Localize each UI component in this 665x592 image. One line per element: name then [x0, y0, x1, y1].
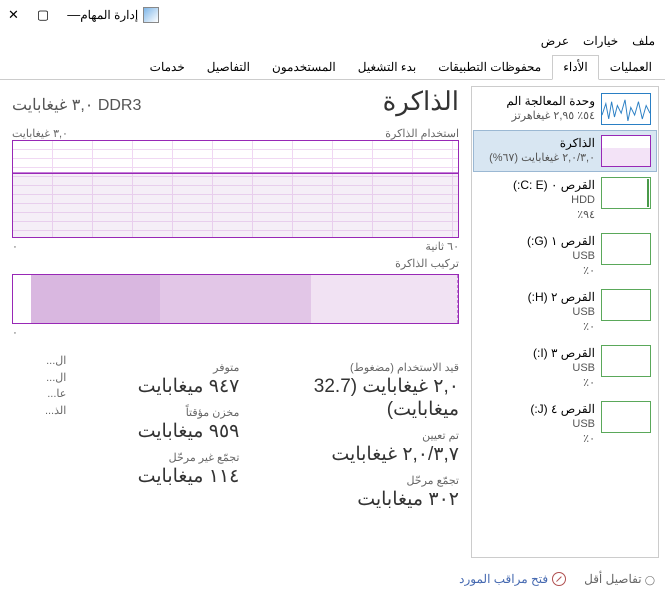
memory-detail-panel: الذاكرة ٣,٠ غيغابايت DDR3 استخدام الذاكر…	[6, 86, 465, 558]
committed-value: ٢,٠/٣,٧ غيغابايت	[257, 443, 459, 466]
sidebar-item-disk0[interactable]: القرص ٠ (C: E:) HDD ٩٤٪	[473, 172, 657, 228]
disk4-sub1: USB	[530, 417, 595, 432]
disk-thumb-icon	[601, 177, 651, 209]
open-resource-monitor-link[interactable]: فتح مراقب المورد	[459, 572, 566, 586]
disk0-sub2: ٩٤٪	[513, 208, 595, 223]
paged-value: ٣٠٢ ميغابايت	[257, 488, 459, 511]
disk1-sub1: USB	[527, 249, 595, 264]
disk1-sub2: ٠٪	[527, 264, 595, 279]
disk-thumb-icon	[601, 289, 651, 321]
performance-sidebar: وحدة المعالجة الم ٥٤٪ ٢,٩٥ غيغاهرتز الذا…	[471, 86, 659, 558]
sidebar-item-disk1[interactable]: القرص ١ (G:) USB ٠٪	[473, 228, 657, 284]
tab-startup[interactable]: بدء التشغيل	[347, 55, 427, 80]
hw-list: ال... ال... عا... الذ...	[12, 353, 66, 511]
available-value: ٩٤٧ ميغابايت	[84, 375, 239, 398]
disk1-title: القرص ١ (G:)	[527, 233, 595, 249]
hw4: الذ...	[12, 403, 66, 420]
tab-services[interactable]: خدمات	[139, 55, 196, 80]
in-use-label: قيد الاستخدام (مضغوط)	[257, 361, 459, 374]
memory-title: الذاكرة	[489, 135, 595, 151]
disk3-sub2: ٠٪	[533, 376, 595, 391]
disk3-title: القرص ٣ (I:)	[533, 345, 595, 361]
cpu-thumb-icon	[601, 93, 651, 125]
tab-users[interactable]: المستخدمون	[261, 55, 347, 80]
sidebar-item-memory[interactable]: الذاكرة ٢,٠/٣,٠ غيغابايت (٦٧%)	[473, 130, 657, 172]
chart-x-start: ٦٠ ثانية	[425, 240, 459, 253]
disk4-title: القرص ٤ (J:)	[530, 401, 595, 417]
tab-processes[interactable]: العمليات	[599, 55, 663, 80]
memory-capacity: ٣,٠ غيغابايت DDR3	[12, 95, 141, 115]
menu-file[interactable]: ملف	[632, 34, 655, 48]
sidebar-item-disk2[interactable]: القرص ٢ (H:) USB ٠٪	[473, 284, 657, 340]
chart-y-max: ٣,٠ غيغابايت	[12, 127, 68, 140]
menu-view[interactable]: عرض	[541, 34, 569, 48]
hw2: ال...	[12, 370, 66, 387]
sidebar-item-disk4[interactable]: القرص ٤ (J:) USB ٠٪	[473, 396, 657, 452]
disk3-sub1: USB	[533, 361, 595, 376]
disk4-sub2: ٠٪	[530, 432, 595, 447]
tab-details[interactable]: التفاصيل	[196, 55, 261, 80]
tab-bar: العمليات الأداء محفوظات التطبيقات بدء ال…	[0, 54, 665, 80]
paged-label: تجمّع مرحّل	[257, 474, 459, 487]
fewer-details-link[interactable]: ◯ تفاصيل أقل	[584, 572, 655, 586]
minimize-icon[interactable]: —	[67, 7, 80, 23]
chart-y-min: ٠	[12, 326, 18, 339]
available-label: متوفر	[84, 361, 239, 374]
disk-thumb-icon	[601, 345, 651, 377]
disk2-sub2: ٠٪	[528, 320, 595, 335]
hw1: ال...	[12, 353, 66, 370]
footer-bar: ◯ تفاصيل أقل فتح مراقب المورد	[10, 572, 655, 586]
memory-heading: الذاكرة	[383, 86, 459, 117]
sidebar-item-disk3[interactable]: القرص ٣ (I:) USB ٠٪	[473, 340, 657, 396]
disk-thumb-icon	[601, 401, 651, 433]
hw3: عا...	[12, 386, 66, 403]
menu-options[interactable]: خيارات	[583, 34, 618, 48]
disk0-sub1: HDD	[513, 193, 595, 208]
window-title: إدارة المهام	[80, 8, 138, 22]
tab-performance[interactable]: الأداء	[552, 55, 599, 80]
chart-x-end: ٠	[12, 240, 18, 253]
chart-usage-label: استخدام الذاكرة	[385, 127, 459, 140]
menu-bar: ملف خيارات عرض	[0, 30, 665, 52]
disk0-title: القرص ٠ (C: E:)	[513, 177, 595, 193]
memory-composition-chart	[12, 274, 459, 324]
cached-label: مخزن مؤقتاً	[84, 406, 239, 419]
committed-label: تم تعيين	[257, 429, 459, 442]
resource-monitor-icon	[552, 572, 566, 586]
disk-thumb-icon	[601, 233, 651, 265]
cpu-title: وحدة المعالجة الم	[506, 93, 595, 109]
cached-value: ٩٥٩ ميغابايت	[84, 420, 239, 443]
nonpaged-value: ١١٤ ميغابايت	[84, 465, 239, 488]
maximize-icon[interactable]: ▢	[37, 7, 49, 23]
nonpaged-label: تجمّع غير مرحّل	[84, 451, 239, 464]
in-use-value: ٢,٠ غيغابايت (32.7 ميغابايت)	[257, 375, 459, 421]
memory-usage-chart	[12, 140, 459, 238]
memory-sub: ٢,٠/٣,٠ غيغابايت (٦٧%)	[489, 151, 595, 166]
titlebar: ✕ ▢ — إدارة المهام	[0, 0, 665, 30]
window-controls: ✕ ▢ —	[8, 7, 80, 23]
cpu-sub: ٥٤٪ ٢,٩٥ غيغاهرتز	[506, 109, 595, 124]
tab-app-history[interactable]: محفوظات التطبيقات	[427, 55, 552, 80]
disk2-sub1: USB	[528, 305, 595, 320]
close-icon[interactable]: ✕	[8, 7, 19, 23]
disk2-title: القرص ٢ (H:)	[528, 289, 595, 305]
sidebar-item-cpu[interactable]: وحدة المعالجة الم ٥٤٪ ٢,٩٥ غيغاهرتز	[473, 88, 657, 130]
memory-thumb-icon	[601, 135, 651, 167]
app-icon	[143, 7, 159, 23]
comp-label: تركيب الذاكرة	[395, 257, 459, 270]
